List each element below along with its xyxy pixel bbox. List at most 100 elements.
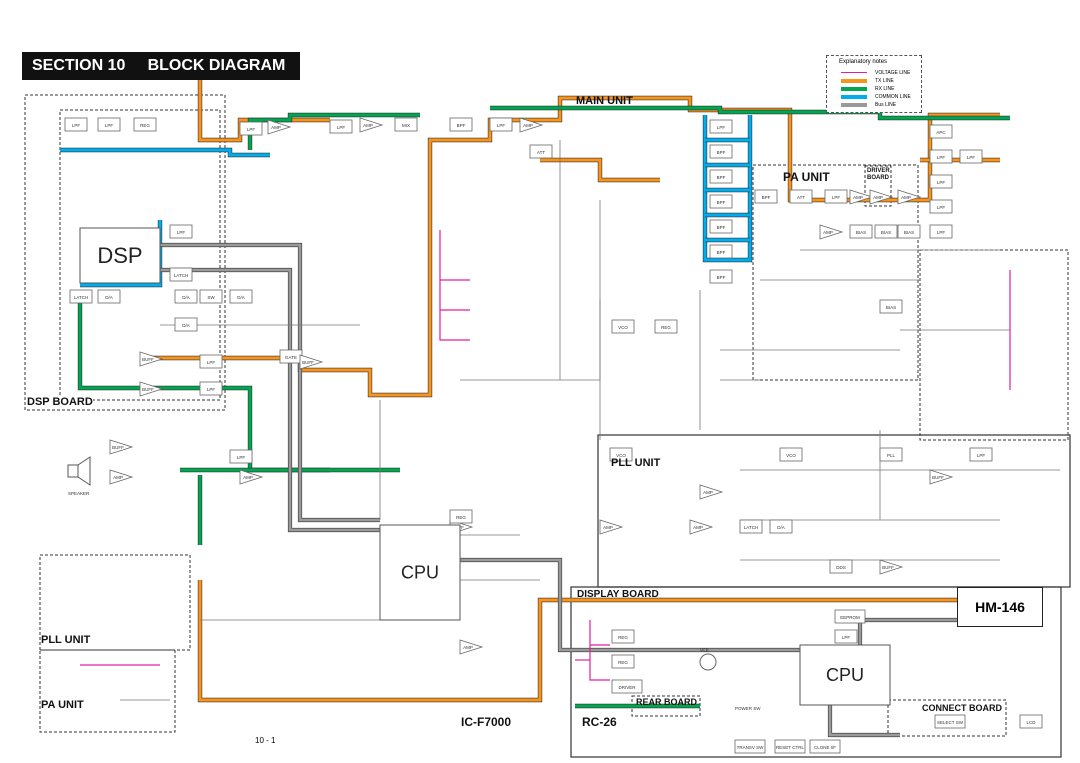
block-amp: AMP: [819, 224, 844, 240]
speaker-icon: [67, 464, 79, 478]
svg-text:BPF: BPF: [717, 250, 726, 255]
block-bpf: BPF: [754, 189, 778, 204]
svg-text:D/A: D/A: [182, 323, 190, 328]
svg-text:LPF: LPF: [207, 360, 216, 365]
pll-unit-sub-label: PLL UNIT: [41, 634, 91, 646]
svg-text:LPF: LPF: [937, 205, 946, 210]
svg-text:D/A: D/A: [237, 295, 245, 300]
svg-text:BPF: BPF: [717, 275, 726, 280]
rx-line: [78, 300, 400, 472]
block-att: ATT: [789, 189, 813, 204]
svg-text:AMP: AMP: [693, 525, 703, 530]
block-select-sw: SELECT SW: [934, 714, 966, 729]
svg-text:LPF: LPF: [977, 453, 986, 458]
svg-text:VCO: VCO: [618, 325, 628, 330]
cpu-display-chip-label: CPU: [826, 665, 864, 685]
block-lpf: LPF: [824, 189, 848, 204]
svg-text:LPF: LPF: [497, 123, 506, 128]
block-att: ATT: [529, 144, 553, 159]
svg-text:D/A: D/A: [777, 525, 785, 530]
svg-text:D/A: D/A: [182, 295, 190, 300]
svg-text:BUFF: BUFF: [932, 475, 944, 480]
svg-text:LPF: LPF: [967, 155, 976, 160]
tx-line: [540, 158, 660, 182]
section-header: SECTION 10 BLOCK DIAGRAM: [22, 52, 300, 80]
block-vco: VCO: [611, 319, 635, 334]
svg-text:AMP: AMP: [901, 195, 911, 200]
svg-text:BIAS: BIAS: [886, 305, 896, 310]
block-transv-sw: TRANSV SW: [734, 739, 766, 754]
svg-text:APC: APC: [936, 130, 946, 135]
block-amp: AMP: [459, 639, 484, 655]
svg-text:AMP: AMP: [271, 125, 281, 130]
block-lpf: LPF: [239, 121, 263, 136]
block-pll: PLL: [879, 447, 903, 462]
svg-text:ATT: ATT: [537, 150, 545, 155]
cpu-main-chip-label: CPU: [401, 563, 439, 583]
bus-line: [160, 243, 380, 522]
block-bpf: BPF: [709, 244, 733, 259]
svg-text:LPF: LPF: [937, 230, 946, 235]
block-lpf: LPF: [329, 119, 353, 134]
block-bias: BIAS: [897, 224, 921, 239]
svg-text:BUFF: BUFF: [112, 445, 124, 450]
svg-text:D/A: D/A: [105, 295, 113, 300]
legend: Explanatory notes VOLTAGE LINE TX LINE R…: [826, 55, 922, 113]
svg-text:LPF: LPF: [832, 195, 841, 200]
block-d-a: D/A: [229, 289, 253, 304]
svg-text:LPF: LPF: [207, 387, 216, 392]
block-buff: BUFF: [109, 439, 134, 455]
svg-text:REG: REG: [456, 515, 466, 520]
svg-text:BPF: BPF: [717, 175, 726, 180]
svg-text:BIAS: BIAS: [881, 230, 891, 235]
block-bpf: BPF: [709, 169, 733, 184]
block-reg: REG: [133, 117, 157, 132]
svg-text:BPF: BPF: [457, 123, 466, 128]
model-rc26: RC-26: [582, 715, 617, 729]
block-lpf: LPF: [709, 119, 733, 134]
block-amp: AMP: [359, 117, 384, 133]
svg-text:BIAS: BIAS: [856, 230, 866, 235]
block-lpf: LPF: [959, 149, 983, 164]
svg-text:LPF: LPF: [237, 455, 246, 460]
filter-board-outline: [919, 249, 1069, 441]
connect-board-label: CONNECT BOARD: [922, 703, 1002, 713]
block-lpf: LPF: [64, 117, 88, 132]
block-bpf: BPF: [709, 219, 733, 234]
svg-text:LPF: LPF: [937, 155, 946, 160]
block-amp: AMP: [109, 469, 134, 485]
svg-text:REG: REG: [618, 635, 628, 640]
pa-unit-sub-outline: [39, 649, 176, 733]
svg-text:SELECT SW: SELECT SW: [937, 720, 964, 725]
block-apc: APC: [929, 124, 953, 139]
svg-text:AMP: AMP: [523, 123, 533, 128]
block-bias: BIAS: [879, 299, 903, 314]
vol-label: VOL: [700, 648, 710, 654]
block-bias: BIAS: [849, 224, 873, 239]
svg-text:TRANSV SW: TRANSV SW: [737, 745, 765, 750]
block-bpf: BPF: [709, 144, 733, 159]
block-buff: BUFF: [139, 351, 164, 367]
svg-text:LATCH: LATCH: [744, 525, 758, 530]
svg-text:RESET CTRL: RESET CTRL: [776, 745, 804, 750]
vol-knob-icon: [699, 653, 717, 671]
svg-text:BUFF: BUFF: [302, 360, 314, 365]
svg-text:MIX: MIX: [402, 123, 410, 128]
block-d-a: D/A: [174, 317, 198, 332]
svg-text:REG: REG: [140, 123, 150, 128]
svg-text:LPF: LPF: [937, 180, 946, 185]
svg-text:LPF: LPF: [842, 635, 851, 640]
speaker-label: SPEAKER: [68, 491, 90, 496]
svg-text:EEPROM: EEPROM: [840, 615, 860, 620]
block-d-a: D/A: [174, 289, 198, 304]
block-lpf: LPF: [929, 224, 953, 239]
block-lcd: LCD: [1019, 714, 1043, 729]
svg-text:LCD: LCD: [1026, 720, 1036, 725]
svg-text:LPF: LPF: [717, 125, 726, 130]
block-reset-ctrl: RESET CTRL: [774, 739, 806, 754]
svg-text:AMP: AMP: [463, 645, 473, 650]
block-sw: SW: [199, 289, 223, 304]
block-lpf: LPF: [229, 449, 253, 464]
wire: [460, 300, 601, 381]
svg-text:BPF: BPF: [762, 195, 771, 200]
